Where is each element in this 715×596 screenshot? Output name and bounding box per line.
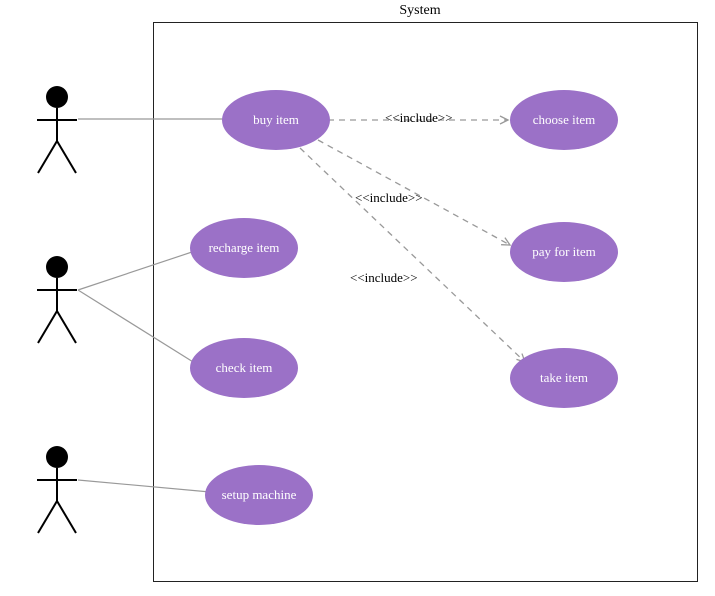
usecase-setup: setup machine	[205, 465, 313, 525]
actor-1	[32, 85, 82, 177]
usecase-pay: pay for item	[510, 222, 618, 282]
usecase-label: pay for item	[532, 244, 596, 260]
include-label-3: <<include>>	[350, 270, 418, 286]
usecase-check: check item	[190, 338, 298, 398]
system-title: System	[380, 3, 460, 19]
usecase-label: recharge item	[209, 240, 280, 256]
usecase-buy: buy item	[222, 90, 330, 150]
include-label-2: <<include>>	[355, 190, 423, 206]
include-label-1: <<include>>	[385, 110, 453, 126]
usecase-label: setup machine	[222, 487, 297, 503]
diagram-canvas: System	[0, 0, 715, 596]
usecase-label: buy item	[253, 112, 299, 128]
actor-3	[32, 445, 82, 537]
usecase-take: take item	[510, 348, 618, 408]
actor-2	[32, 255, 82, 347]
usecase-recharge: recharge item	[190, 218, 298, 278]
usecase-label: check item	[216, 360, 273, 376]
usecase-label: choose item	[533, 112, 595, 128]
usecase-choose: choose item	[510, 90, 618, 150]
usecase-label: take item	[540, 370, 588, 386]
